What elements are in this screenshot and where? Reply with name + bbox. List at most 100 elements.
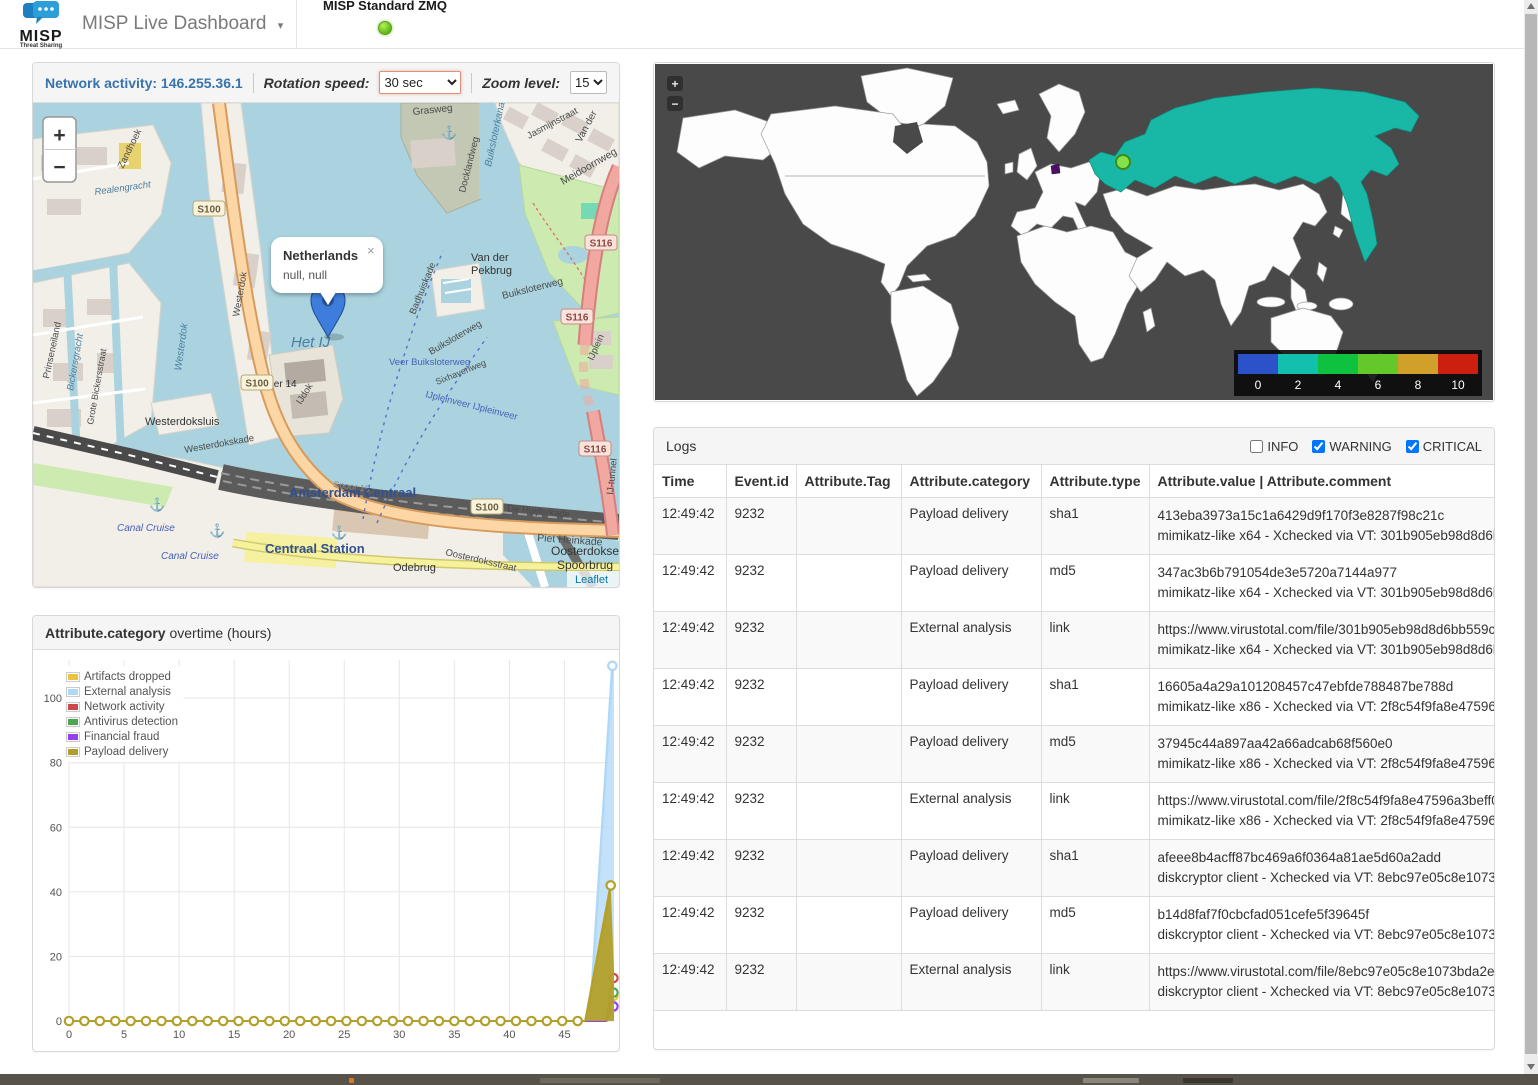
- data-point: [358, 1017, 366, 1025]
- log-comment: diskcryptor client - Xchecked via VT: 8e…: [1158, 868, 1487, 888]
- country-new-guinea: [1329, 298, 1353, 310]
- log-row: 12:49:42 9232 Payload delivery md5 37945…: [654, 726, 1494, 783]
- header-separator: [253, 73, 254, 93]
- zoom-in-button[interactable]: +: [53, 124, 65, 147]
- page-scrollbar[interactable]: [1524, 0, 1538, 1074]
- y-tick-label: 80: [50, 758, 62, 770]
- info-checkbox[interactable]: [1250, 440, 1263, 453]
- log-row: 12:49:42 9232 Payload delivery sha1 413e…: [654, 498, 1494, 555]
- filter-label: CRITICAL: [1423, 439, 1482, 454]
- legend-item: Network activity: [66, 699, 178, 714]
- world-heatmap[interactable]: + − 0246810: [655, 64, 1493, 400]
- col-event-id: Event.id: [726, 465, 796, 498]
- chevron-down-icon: ▾: [278, 20, 284, 32]
- data-point: [419, 1017, 427, 1025]
- chart-title-rest: overtime (hours): [166, 625, 272, 641]
- svg-text:S100: S100: [475, 503, 499, 514]
- data-point: [142, 1017, 150, 1025]
- data-point: [265, 1017, 273, 1025]
- x-tick-label: 0: [66, 1029, 72, 1041]
- leaflet-street-map[interactable]: ⚓ ⚓ ⚓ ⚓ Het IJ Buiksloterkanaal Westerdo…: [33, 103, 619, 587]
- y-tick-label: 40: [50, 887, 62, 899]
- log-filter-warning[interactable]: WARNING: [1312, 439, 1391, 454]
- data-point: [543, 1017, 551, 1025]
- log-time: 12:49:42: [654, 783, 726, 840]
- log-event-id: 9232: [726, 612, 796, 669]
- leaflet-attribution-link[interactable]: Leaflet: [575, 574, 608, 586]
- col-attribute-tag: Attribute.Tag: [796, 465, 901, 498]
- critical-checkbox[interactable]: [1406, 440, 1419, 453]
- x-tick-label: 10: [173, 1029, 185, 1041]
- data-point: [173, 1017, 181, 1025]
- col-attribute-category: Attribute.category: [901, 465, 1041, 498]
- y-tick-label: 20: [50, 951, 62, 963]
- scroll-down-arrow-icon[interactable]: [1527, 1064, 1535, 1070]
- log-time: 12:49:42: [654, 840, 726, 897]
- road-badge-s116: S116: [579, 441, 611, 456]
- label-canal-cruise: Canal Cruise: [161, 551, 219, 562]
- world-zoom-out-button[interactable]: −: [667, 96, 683, 111]
- country-netherlands-highlighted[interactable]: [1051, 164, 1060, 174]
- dashboard-dropdown[interactable]: MISP Live Dashboard ▾: [82, 0, 283, 48]
- log-attribute-category: External analysis: [901, 954, 1041, 1011]
- street-label: Van der: [471, 252, 509, 264]
- data-point: [496, 1017, 504, 1025]
- data-point: [342, 1017, 350, 1025]
- log-time: 12:49:42: [654, 669, 726, 726]
- svg-text:S100: S100: [245, 379, 269, 390]
- zoom-out-button[interactable]: −: [53, 156, 65, 179]
- log-filter-critical[interactable]: CRITICAL: [1406, 439, 1482, 454]
- log-attribute-value-comment: afeee8b4acff87bc469a6f0364a81ae5d60a2add…: [1149, 840, 1494, 897]
- log-attribute-value-comment: 347ac3b6b791054de3e5720a7144a977 mimikat…: [1149, 555, 1494, 612]
- log-comment: mimikatz-like x64 - Xchecked via VT: 301…: [1158, 583, 1487, 603]
- svg-text:S116: S116: [566, 313, 589, 324]
- log-attribute-tag: [796, 612, 901, 669]
- legend-label: Financial fraud: [84, 731, 159, 743]
- log-attribute-type: link: [1041, 612, 1149, 669]
- log-event-id: 9232: [726, 498, 796, 555]
- svg-text:S116: S116: [584, 445, 607, 456]
- data-point: [296, 1017, 304, 1025]
- data-point: [80, 1017, 88, 1025]
- dashboard-title: MISP Live Dashboard: [82, 13, 266, 34]
- legend-swatch: [1238, 354, 1278, 374]
- data-point: [466, 1017, 474, 1025]
- scrollbar-thumb[interactable]: [1525, 14, 1537, 1054]
- world-map-legend: 0246810: [1234, 350, 1482, 396]
- log-comment: mimikatz-like x86 - Xchecked via VT: 2f8…: [1158, 811, 1487, 831]
- logs-panel: Logs INFO WARNING CRITICAL Time Event.id…: [653, 427, 1495, 1050]
- log-comment: mimikatz-like x86 - Xchecked via VT: 2f8…: [1158, 754, 1487, 774]
- popup-close-icon[interactable]: ×: [367, 243, 375, 258]
- log-event-id: 9232: [726, 726, 796, 783]
- rotation-speed-select[interactable]: 30 sec: [379, 71, 461, 94]
- data-point: [573, 1017, 581, 1025]
- network-activity-title[interactable]: Network activity: 146.255.36.1: [45, 75, 243, 91]
- world-map-panel: + − 0246810: [653, 62, 1495, 402]
- x-tick-label: 45: [558, 1029, 570, 1041]
- log-value: 37945c44a897aa42a66adcab68f560e0: [1158, 734, 1487, 754]
- anchor-icon: ⚓: [441, 125, 457, 140]
- log-attribute-tag: [796, 726, 901, 783]
- misp-logo[interactable]: MISP Threat Sharing: [10, 1, 72, 47]
- log-value: b14d8faf7f0cbcfad051cefe5f39645f: [1158, 905, 1487, 925]
- world-zoom-in-button[interactable]: +: [667, 76, 683, 91]
- log-value: 16605a4a29a101208457c47ebfde788487be788d: [1158, 677, 1487, 697]
- event-marker-dot[interactable]: [1116, 155, 1130, 169]
- x-tick-label: 20: [283, 1029, 295, 1041]
- x-tick-label: 35: [448, 1029, 460, 1041]
- rotation-speed-label: Rotation speed:: [264, 75, 370, 91]
- data-point: [204, 1017, 212, 1025]
- legend-label: Payload delivery: [84, 746, 168, 758]
- log-level-filters: INFO WARNING CRITICAL: [1250, 439, 1482, 454]
- legend-item: Payload delivery: [66, 744, 178, 759]
- legend-label: 0: [1255, 378, 1262, 392]
- warning-checkbox[interactable]: [1312, 440, 1325, 453]
- log-attribute-category: External analysis: [901, 612, 1041, 669]
- street-label: Westerdoksluis: [145, 416, 220, 428]
- label-canal-cruise: Canal Cruise: [117, 523, 175, 534]
- log-value: 413eba3973a15c1a6429d9f170f3e8287f98c21c: [1158, 506, 1487, 526]
- zoom-level-select[interactable]: 15: [570, 71, 607, 94]
- scroll-up-arrow-icon[interactable]: [1527, 3, 1535, 9]
- log-filter-info[interactable]: INFO: [1250, 439, 1298, 454]
- zmq-status-ok-icon: [378, 21, 392, 35]
